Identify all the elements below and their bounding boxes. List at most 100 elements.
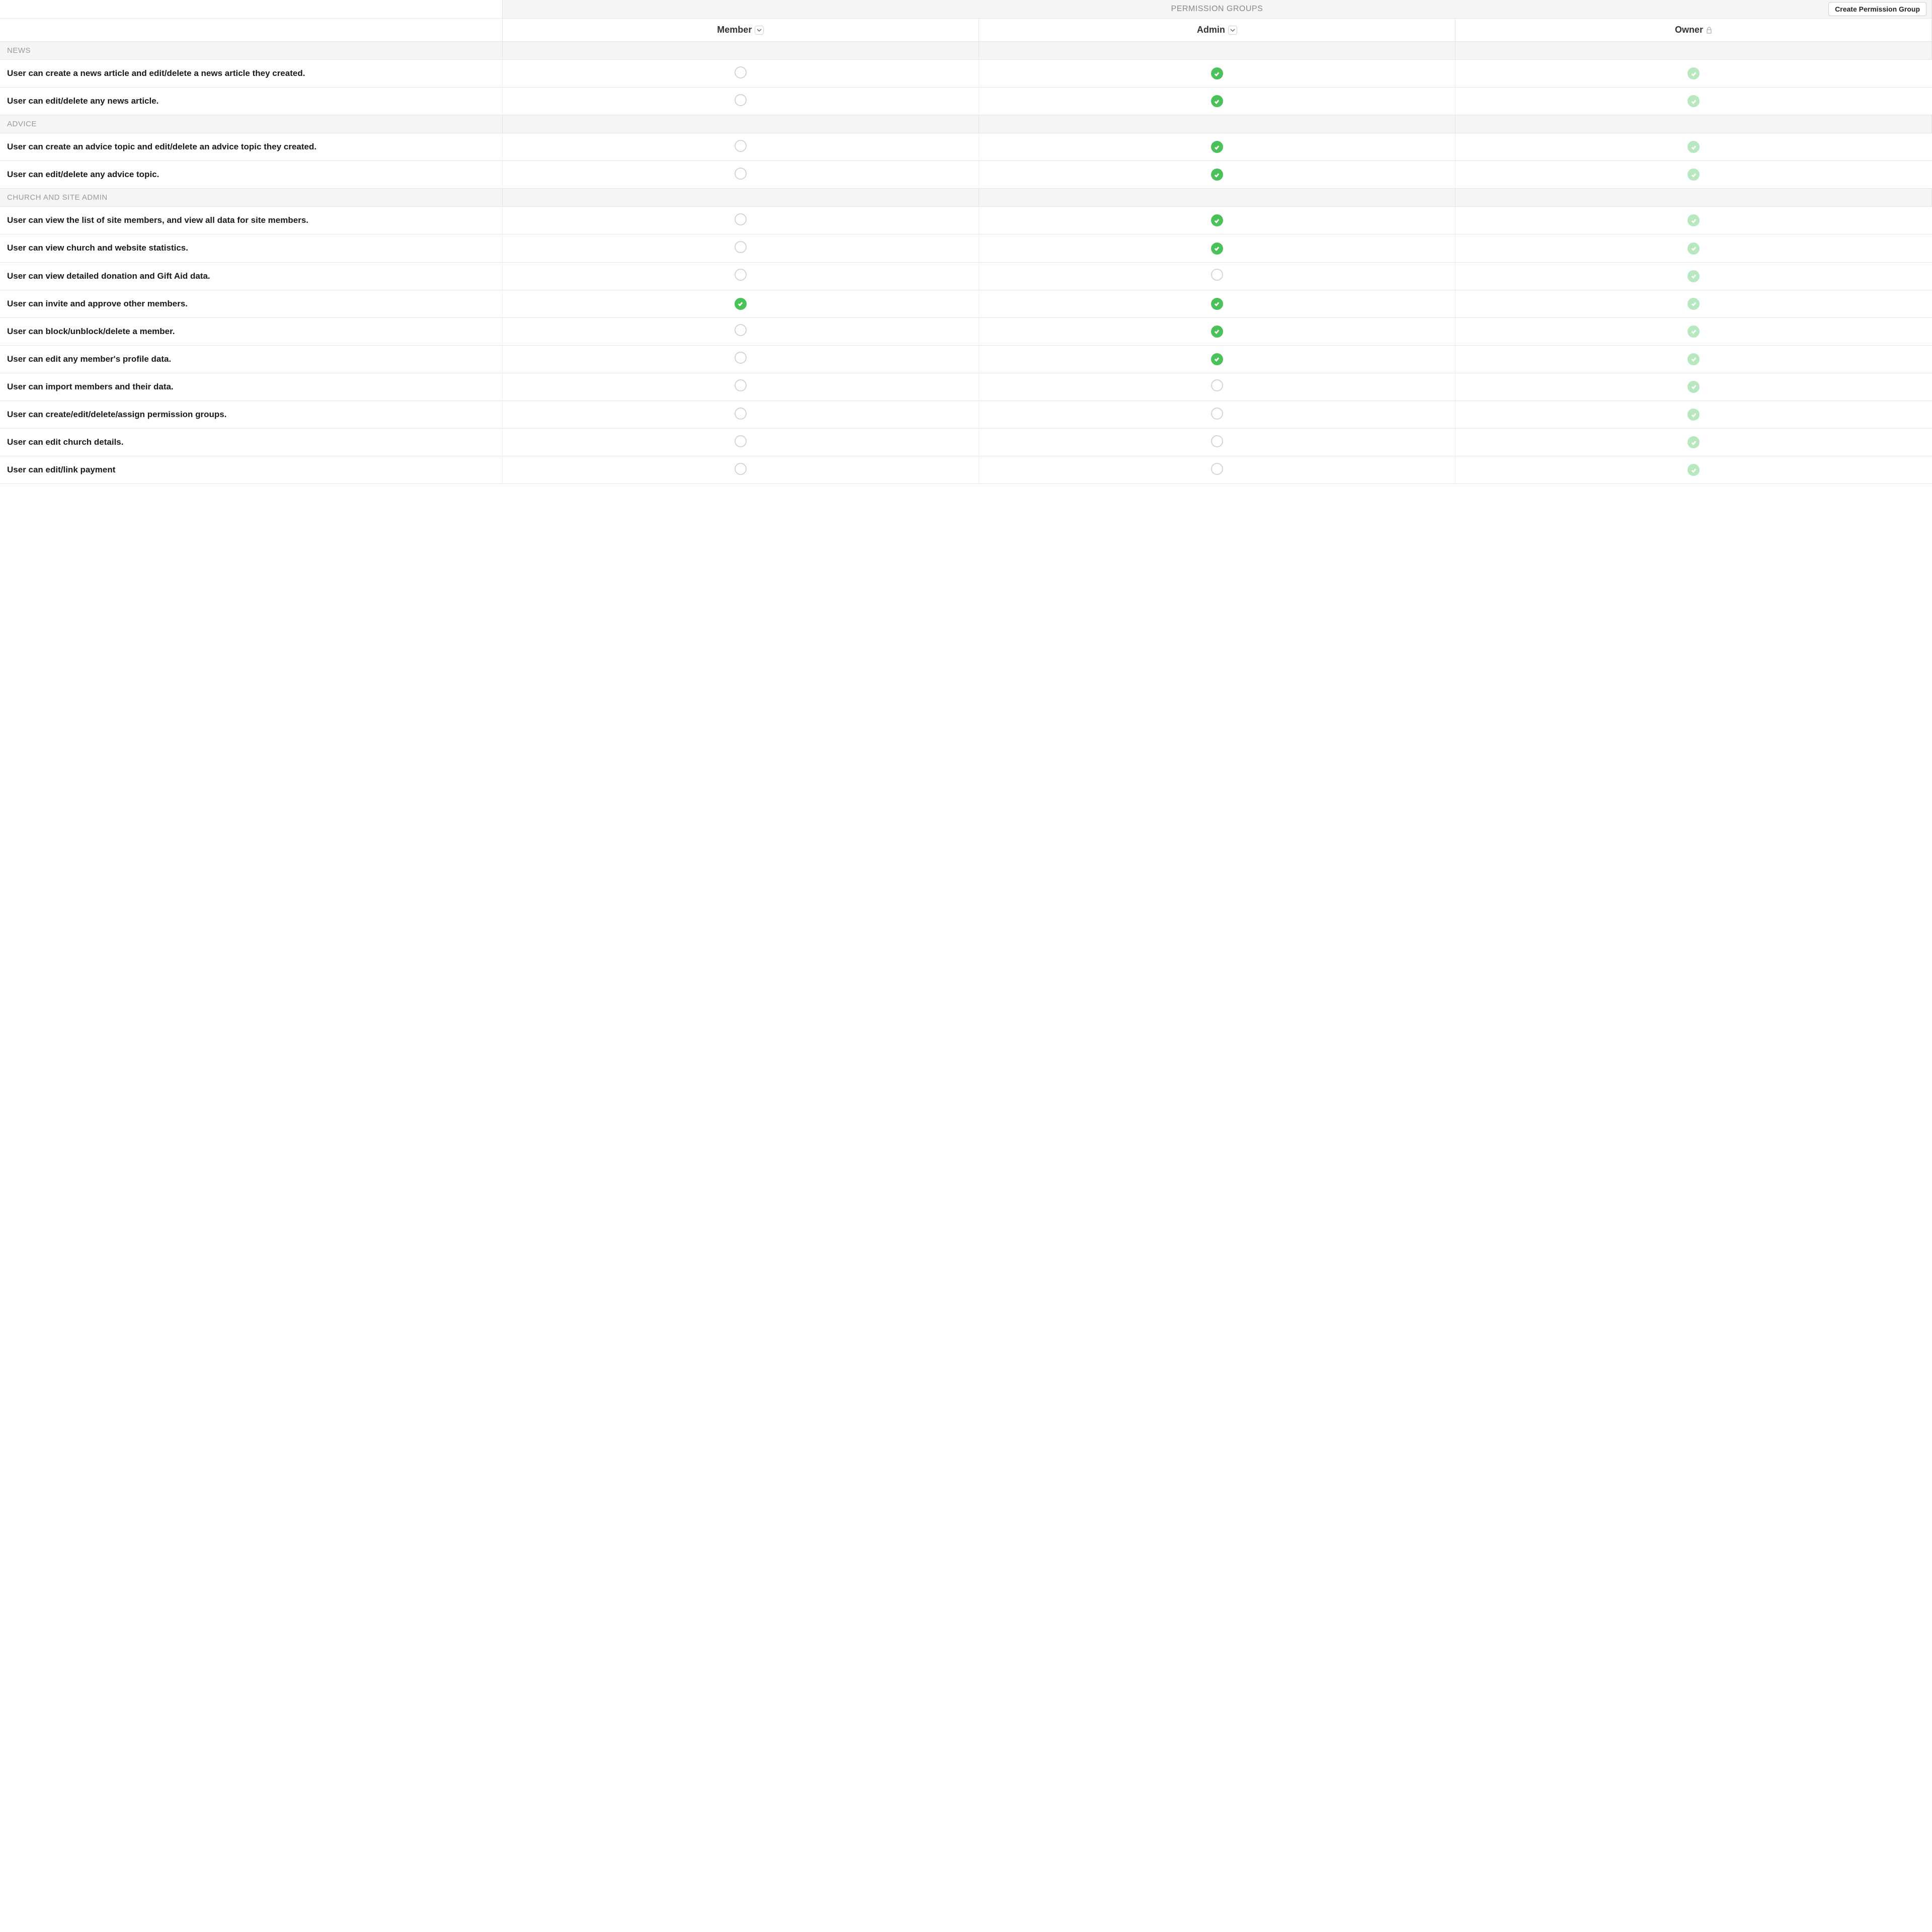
permission-toggle[interactable] (1211, 326, 1223, 338)
permission-toggle (1687, 243, 1700, 255)
permission-cell (1455, 401, 1931, 429)
permission-toggle (1687, 381, 1700, 393)
permission-cell (979, 161, 1455, 189)
permission-toggle[interactable] (1211, 269, 1223, 281)
chevron-down-icon (1230, 28, 1235, 33)
permission-cell (1455, 345, 1931, 373)
permission-toggle[interactable] (735, 324, 747, 336)
group-header-admin: Admin (979, 19, 1455, 42)
permission-toggle[interactable] (1211, 463, 1223, 475)
permission-toggle[interactable] (1211, 379, 1223, 391)
group-name-label: Member (717, 25, 752, 35)
permission-cell (979, 133, 1455, 161)
permission-toggle (1687, 298, 1700, 310)
permission-cell (502, 234, 979, 262)
permission-toggle[interactable] (735, 140, 747, 152)
permission-cell (502, 317, 979, 345)
chevron-down-icon (757, 28, 762, 33)
permission-cell (979, 456, 1455, 484)
permission-toggle[interactable] (735, 463, 747, 475)
group-header-owner: Owner (1455, 19, 1931, 42)
permission-row: User can edit/delete any news article. (0, 88, 1932, 115)
permission-cell (979, 88, 1455, 115)
check-icon (1691, 412, 1697, 418)
permission-toggle[interactable] (735, 241, 747, 253)
permission-cell (1455, 429, 1931, 456)
section-title: CHURCH AND SITE ADMIN (0, 189, 502, 207)
permission-label: User can edit any member's profile data. (0, 345, 502, 373)
check-icon (1691, 356, 1697, 362)
check-icon (1214, 144, 1220, 150)
permission-toggle[interactable] (1211, 435, 1223, 447)
permission-row: User can view church and website statist… (0, 234, 1932, 262)
permission-toggle[interactable] (735, 408, 747, 420)
permission-label: User can create/edit/delete/assign permi… (0, 401, 502, 429)
permission-toggle[interactable] (735, 352, 747, 364)
permission-cell (1455, 373, 1931, 400)
permission-label: User can create an advice topic and edit… (0, 133, 502, 161)
check-icon (1691, 217, 1697, 224)
permission-row: User can edit any member's profile data. (0, 345, 1932, 373)
permission-cell (979, 345, 1455, 373)
permission-toggle[interactable] (1211, 169, 1223, 181)
section-spacer (979, 42, 1455, 60)
check-icon (1214, 172, 1220, 178)
permission-label: User can view the list of site members, … (0, 207, 502, 234)
permission-cell (1455, 317, 1931, 345)
permission-toggle[interactable] (1211, 67, 1223, 79)
permission-label: User can block/unblock/delete a member. (0, 317, 502, 345)
permission-toggle[interactable] (1211, 95, 1223, 107)
permission-cell (979, 429, 1455, 456)
permission-toggle[interactable] (1211, 214, 1223, 226)
permission-toggle[interactable] (735, 66, 747, 78)
permission-label: User can invite and approve other member… (0, 290, 502, 317)
check-icon (1691, 172, 1697, 178)
section-spacer (1455, 189, 1931, 207)
permission-cell (502, 88, 979, 115)
permission-cell (1455, 290, 1931, 317)
permission-toggle[interactable] (1211, 408, 1223, 420)
check-icon (1691, 439, 1697, 446)
permission-cell (979, 317, 1455, 345)
permission-toggle (1687, 409, 1700, 421)
permission-toggle[interactable] (735, 94, 747, 106)
permission-cell (502, 456, 979, 484)
permission-toggle (1687, 169, 1700, 181)
permission-cell (979, 373, 1455, 400)
check-icon (1214, 98, 1220, 105)
permission-toggle[interactable] (735, 269, 747, 281)
group-menu-button[interactable] (1228, 26, 1237, 35)
permission-cell (502, 401, 979, 429)
create-permission-group-button[interactable]: Create Permission Group (1828, 2, 1926, 16)
permission-label: User can edit church details. (0, 429, 502, 456)
permission-toggle[interactable] (735, 379, 747, 391)
permission-toggle[interactable] (735, 298, 747, 310)
check-icon (737, 300, 744, 307)
permission-toggle[interactable] (735, 435, 747, 447)
section-spacer (1455, 42, 1931, 60)
permission-cell (502, 429, 979, 456)
check-icon (1691, 328, 1697, 335)
permission-toggle[interactable] (1211, 243, 1223, 255)
permission-toggle (1687, 270, 1700, 282)
section-spacer (502, 42, 979, 60)
permission-toggle[interactable] (735, 213, 747, 225)
permission-toggle (1687, 67, 1700, 79)
check-icon (1214, 328, 1220, 335)
permission-toggle[interactable] (1211, 353, 1223, 365)
permission-toggle[interactable] (1211, 141, 1223, 153)
section-spacer (979, 115, 1455, 133)
group-menu-button[interactable] (755, 26, 764, 35)
permission-cell (502, 161, 979, 189)
section-spacer (502, 115, 979, 133)
permission-toggle[interactable] (1211, 298, 1223, 310)
check-icon (1691, 467, 1697, 473)
permission-row: User can create/edit/delete/assign permi… (0, 401, 1932, 429)
permission-cell (502, 133, 979, 161)
permission-label: User can view detailed donation and Gift… (0, 262, 502, 290)
permission-toggle[interactable] (735, 168, 747, 180)
section-spacer (502, 189, 979, 207)
permission-label: User can create a news article and edit/… (0, 60, 502, 88)
permission-toggle (1687, 326, 1700, 338)
permission-cell (1455, 262, 1931, 290)
